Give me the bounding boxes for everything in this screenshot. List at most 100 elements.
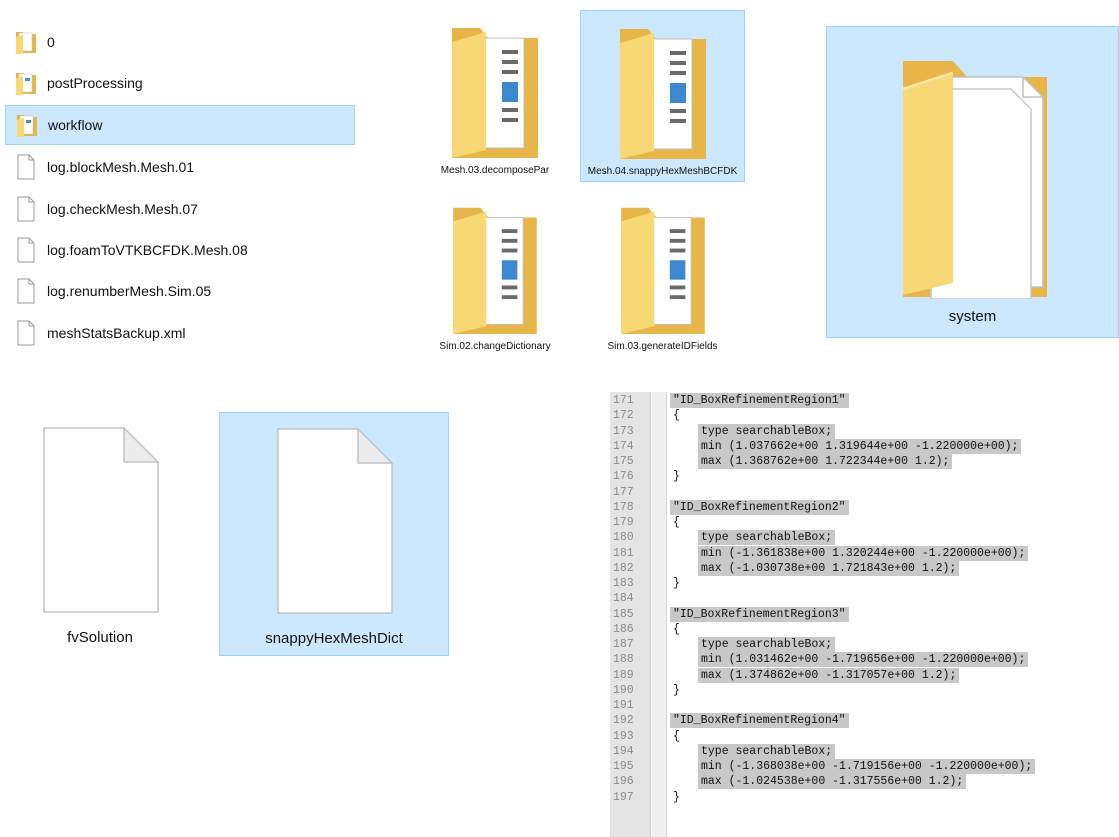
list-item-folder-workflow[interactable]: workflow [5,105,355,145]
code-line: 173 type searchableBox; [610,423,1119,439]
folder-tile-label: system [948,308,997,325]
code-line: 193 { [610,729,1119,744]
code-line: 182 max (-1.030738e+00 1.721843e+00 1.2); [610,560,1119,576]
code-text: } [673,577,680,590]
code-line: 191 [610,698,1119,713]
folder-tile-system[interactable]: system [826,26,1119,338]
folder-icon [873,49,1073,304]
line-number: 188 [613,653,634,667]
code-text: max (1.368762e+00 1.722344e+00 1.2); [698,454,953,469]
line-number: 186 [613,622,634,636]
code-line: 189 max (1.374862e+00 -1.317057e+00 1.2); [610,667,1119,683]
code-line: 172 { [610,408,1119,423]
code-line: 177 [610,485,1119,500]
line-number: 178 [613,500,634,514]
code-text: "ID_BoxRefinementRegion3" [670,606,849,622]
code-line: 186 { [610,622,1119,637]
code-line: 195 min (-1.368038e+00 -1.719156e+00 -1.2… [610,759,1119,774]
code-text: min (1.037662e+00 1.319644e+00 -1.220000… [698,438,1022,454]
folder-icon [608,200,718,341]
line-number: 180 [613,531,634,545]
folder-icon [608,21,718,166]
code-line: 176} [610,469,1119,484]
line-number: 183 [613,577,634,590]
line-number: 196 [613,775,634,789]
code-line: 184 [610,591,1119,606]
line-number: 182 [613,561,634,575]
code-text: min (-1.368038e+00 -1.719156e+00 -1.2200… [698,759,1036,774]
list-item-folder-postprocessing[interactable]: postProcessing [5,63,355,103]
code-line: 197} [610,790,1119,805]
line-number: 195 [613,760,634,773]
folder-tile-mesh04[interactable]: Mesh.04.snappyHexMeshBCFDK [580,10,745,182]
line-number: 175 [613,455,634,468]
code-line: 187 type searchableBox; [610,637,1119,652]
code-text: { [673,516,680,529]
code-text: "ID_BoxRefinementRegion4" [670,713,849,729]
list-item-label: 0 [47,34,55,50]
code-line: 188 min (1.031462e+00 -1.719656e+00 -1.22… [610,652,1119,668]
code-line: 179 { [610,515,1119,530]
line-number: 172 [613,409,634,423]
line-number: 184 [613,592,634,606]
code-text: type searchableBox; [698,530,836,546]
code-text: "ID_BoxRefinementRegion2" [670,499,849,515]
code-line: 190} [610,683,1119,698]
list-item-label: log.renumberMesh.Sim.05 [47,283,212,299]
code-text: min (1.031462e+00 -1.719656e+00 -1.22000… [698,652,1029,668]
code-line: 194 type searchableBox; [610,743,1119,759]
code-line: 196 max (-1.024538e+00 -1.317556e+00 1.2)… [610,774,1119,790]
code-text: type searchableBox; [698,637,836,652]
file-icon [13,235,39,265]
list-item-label: meshStatsBackup.xml [47,325,186,341]
code-line: 174 min (1.037662e+00 1.319644e+00 -1.220… [610,438,1119,454]
line-number: 189 [613,668,634,682]
list-item-file[interactable]: log.checkMesh.Mesh.07 [5,189,355,229]
folder-tile-label: Mesh.03.decomposePar [440,165,550,176]
code-text: "ID_BoxRefinementRegion1" [670,393,849,408]
code-editor[interactable]: 171 "ID_BoxRefinementRegion1" 172 {173 type … [610,392,1119,837]
folder-tile-sim02[interactable]: Sim.02.changeDictionary [420,192,570,357]
list-item-label: log.checkMesh.Mesh.07 [47,201,198,217]
line-number: 187 [613,638,634,651]
line-number: 191 [613,699,634,712]
file-icon [13,194,39,224]
folder-tile-mesh03[interactable]: Mesh.03.decomposePar [420,10,570,182]
list-item-label: log.foamToVTKBCFDK.Mesh.08 [47,242,248,258]
folder-tile-label: Sim.02.changeDictionary [439,341,551,352]
folder-tile-label: Sim.03.generateIDFields [607,341,718,352]
line-number: 194 [613,744,634,758]
list-item-file[interactable]: log.foamToVTKBCFDK.Mesh.08 [5,230,355,270]
list-item-file[interactable]: log.renumberMesh.Sim.05 [5,271,355,311]
list-item-file[interactable]: meshStatsBackup.xml [5,313,355,353]
list-item-label: log.blockMesh.Mesh.01 [47,159,195,175]
code-text: type searchableBox; [698,743,836,759]
folder-icon [13,27,39,57]
code-line: 181 min (-1.361838e+00 1.320244e+00 -1.22… [610,545,1119,561]
line-number: 193 [613,729,634,743]
code-text: } [673,683,680,697]
file-tile-snappyhexmeshdict[interactable]: snappyHexMeshDict [219,412,449,656]
list-item-folder-0[interactable]: 0 [5,22,355,62]
code-line: 192 "ID_BoxRefinementRegion4" [610,713,1119,729]
code-line: 180 type searchableBox; [610,530,1119,546]
folder-icon [440,20,550,165]
file-icon [40,426,160,621]
file-icon [13,318,39,348]
folder-tile-label: Mesh.04.snappyHexMeshBCFDK [587,166,738,177]
file-icon [13,152,39,182]
line-number: 190 [613,683,634,697]
file-tile-label: snappyHexMeshDict [265,630,403,647]
code-line: 185 "ID_BoxRefinementRegion3" [610,606,1119,622]
file-icon [274,427,394,622]
list-item-label: postProcessing [47,75,143,91]
folder-icon [14,110,40,140]
folder-tile-sim03[interactable]: Sim.03.generateIDFields [580,192,745,357]
file-tile-fvsolution[interactable]: fvSolution [0,412,200,656]
list-item-file[interactable]: log.blockMesh.Mesh.01 [5,147,355,187]
list-item-label: workflow [48,117,103,133]
code-text: } [673,790,680,804]
folder-icon [13,68,39,98]
file-tile-label: fvSolution [67,629,133,646]
code-text: { [673,622,680,636]
